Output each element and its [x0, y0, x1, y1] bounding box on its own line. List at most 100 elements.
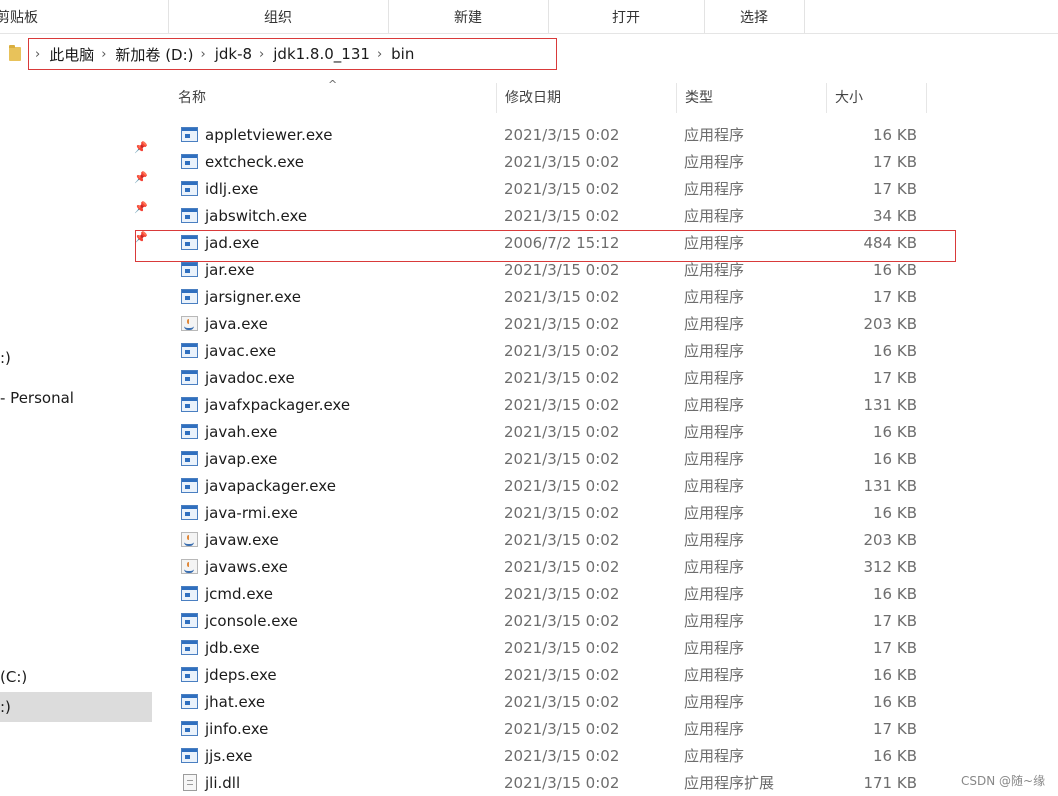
file-row[interactable]: javaws.exe 2021/3/15 0:02 应用程序 312 KB [154, 554, 1058, 581]
breadcrumb-item-jdk1-8-0-131[interactable]: jdk1.8.0_131 [273, 45, 370, 63]
exe-file-icon [181, 451, 198, 466]
file-type: 应用程序 [684, 342, 745, 360]
file-type: 应用程序 [684, 369, 745, 387]
exe-file-icon [181, 640, 198, 655]
chevron-right-icon[interactable]: › [377, 47, 382, 62]
file-row[interactable]: jarsigner.exe 2021/3/15 0:02 应用程序 17 KB [154, 284, 1058, 311]
file-size: 312 KB [863, 558, 917, 576]
breadcrumb-item-new-volume-d[interactable]: 新加卷 (D:) [115, 44, 193, 65]
file-name: jar.exe [205, 261, 255, 279]
breadcrumb[interactable]: › 此电脑 › 新加卷 (D:) › jdk-8 › jdk1.8.0_131 … [28, 38, 557, 70]
file-row[interactable]: extcheck.exe 2021/3/15 0:02 应用程序 17 KB [154, 149, 1058, 176]
file-row[interactable]: javaw.exe 2021/3/15 0:02 应用程序 203 KB [154, 527, 1058, 554]
file-row[interactable]: jjs.exe 2021/3/15 0:02 应用程序 16 KB [154, 743, 1058, 770]
file-row[interactable]: jli.dll 2021/3/15 0:02 应用程序扩展 171 KB [154, 770, 1058, 796]
exe-file-icon [181, 262, 198, 277]
breadcrumb-item-bin[interactable]: bin [391, 45, 414, 63]
file-name: jdb.exe [205, 639, 260, 657]
chevron-right-icon[interactable]: › [101, 47, 106, 62]
file-row[interactable]: javap.exe 2021/3/15 0:02 应用程序 16 KB [154, 446, 1058, 473]
ribbon-group-new[interactable]: 新建 [388, 0, 549, 33]
file-date: 2021/3/15 0:02 [504, 180, 620, 198]
file-row[interactable]: jdb.exe 2021/3/15 0:02 应用程序 17 KB [154, 635, 1058, 662]
file-type: 应用程序 [684, 747, 745, 765]
file-size: 16 KB [873, 126, 917, 144]
file-row[interactable]: jar.exe 2021/3/15 0:02 应用程序 16 KB [154, 257, 1058, 284]
exe-file-icon [181, 397, 198, 412]
pin-icon[interactable]: 📌 [134, 141, 148, 155]
column-header-name[interactable]: 名称 [170, 83, 497, 113]
file-name: jarsigner.exe [205, 288, 301, 306]
file-row[interactable]: javac.exe 2021/3/15 0:02 应用程序 16 KB [154, 338, 1058, 365]
file-size: 16 KB [873, 585, 917, 603]
file-name: jabswitch.exe [205, 207, 308, 225]
nav-item-drive-c[interactable]: (C:) [0, 662, 152, 692]
file-row[interactable]: javapackager.exe 2021/3/15 0:02 应用程序 131 KB [154, 473, 1058, 500]
pin-icon[interactable]: 📌 [134, 231, 148, 245]
nav-item-label: :) [0, 349, 11, 367]
file-row[interactable]: jinfo.exe 2021/3/15 0:02 应用程序 17 KB [154, 716, 1058, 743]
file-type: 应用程序 [684, 153, 745, 171]
file-date: 2021/3/15 0:02 [504, 261, 620, 279]
file-size: 17 KB [873, 720, 917, 738]
java-app-icon [181, 559, 198, 574]
file-name: javadoc.exe [205, 369, 295, 387]
file-date: 2021/3/15 0:02 [504, 315, 620, 333]
file-row[interactable]: jabswitch.exe 2021/3/15 0:02 应用程序 34 KB [154, 203, 1058, 230]
file-row[interactable]: idlj.exe 2021/3/15 0:02 应用程序 17 KB [154, 176, 1058, 203]
ribbon-group-select[interactable]: 选择 [704, 0, 805, 33]
nav-item-drive-selected[interactable]: :) [0, 692, 152, 722]
file-row[interactable]: java-rmi.exe 2021/3/15 0:02 应用程序 16 KB [154, 500, 1058, 527]
file-row[interactable]: javafxpackager.exe 2021/3/15 0:02 应用程序 131 … [154, 392, 1058, 419]
breadcrumb-item-jdk-8[interactable]: jdk-8 [215, 45, 252, 63]
file-row[interactable]: javah.exe 2021/3/15 0:02 应用程序 16 KB [154, 419, 1058, 446]
ribbon-group-open[interactable]: 打开 [548, 0, 705, 33]
file-row[interactable]: jcmd.exe 2021/3/15 0:02 应用程序 16 KB [154, 581, 1058, 608]
address-bar[interactable]: › 此电脑 › 新加卷 (D:) › jdk-8 › jdk1.8.0_131 … [0, 34, 1058, 76]
folder-icon [9, 45, 21, 61]
file-date: 2021/3/15 0:02 [504, 774, 620, 792]
file-size: 16 KB [873, 504, 917, 522]
chevron-right-icon[interactable]: › [35, 47, 40, 62]
exe-file-icon [181, 127, 198, 142]
file-type: 应用程序 [684, 666, 745, 684]
file-list: ^ 名称 修改日期 类型 大小 appletviewer.exe 2021/3/1… [154, 78, 1058, 796]
pin-icon[interactable]: 📌 [134, 171, 148, 185]
chevron-right-icon[interactable]: › [259, 47, 264, 62]
file-row[interactable]: java.exe 2021/3/15 0:02 应用程序 203 KB [154, 311, 1058, 338]
file-size: 34 KB [873, 207, 917, 225]
file-date: 2021/3/15 0:02 [504, 666, 620, 684]
file-row[interactable]: jhat.exe 2021/3/15 0:02 应用程序 16 KB [154, 689, 1058, 716]
file-date: 2021/3/15 0:02 [504, 288, 620, 306]
file-size: 131 KB [863, 396, 917, 414]
nav-item-drive[interactable]: :) [0, 343, 152, 373]
ribbon-group-organize[interactable]: 组织 [168, 0, 389, 33]
breadcrumb-item-this-pc[interactable]: 此电脑 [49, 44, 94, 65]
file-row[interactable]: jdeps.exe 2021/3/15 0:02 应用程序 16 KB [154, 662, 1058, 689]
file-type: 应用程序 [684, 288, 745, 306]
nav-item-personal[interactable]: - Personal [0, 383, 152, 413]
file-row[interactable]: jconsole.exe 2021/3/15 0:02 应用程序 17 KB [154, 608, 1058, 635]
ribbon: 剪贴板 组织 新建 打开 选择 [0, 0, 1058, 34]
exe-file-icon [181, 721, 198, 736]
column-header-size[interactable]: 大小 [827, 83, 927, 113]
ribbon-group-clipboard[interactable]: 剪贴板 [0, 0, 169, 33]
file-date: 2021/3/15 0:02 [504, 396, 620, 414]
watermark: CSDN @随~缘 [961, 774, 1046, 788]
file-row[interactable]: javadoc.exe 2021/3/15 0:02 应用程序 17 KB [154, 365, 1058, 392]
file-row[interactable]: jad.exe 2006/7/2 15:12 应用程序 484 KB [154, 230, 1058, 257]
chevron-right-icon[interactable]: › [201, 47, 206, 62]
file-name: extcheck.exe [205, 153, 305, 171]
exe-file-icon [181, 343, 198, 358]
file-row[interactable]: appletviewer.exe 2021/3/15 0:02 应用程序 16 KB [154, 122, 1058, 149]
ribbon-group-label: 新建 [454, 9, 482, 26]
exe-file-icon [181, 694, 198, 709]
file-size: 16 KB [873, 747, 917, 765]
file-type: 应用程序 [684, 639, 745, 657]
column-header-type[interactable]: 类型 [677, 83, 827, 113]
column-header-date[interactable]: 修改日期 [497, 83, 677, 113]
pin-icon[interactable]: 📌 [134, 201, 148, 215]
file-type: 应用程序 [684, 585, 745, 603]
file-type: 应用程序 [684, 477, 745, 495]
file-size: 131 KB [863, 477, 917, 495]
